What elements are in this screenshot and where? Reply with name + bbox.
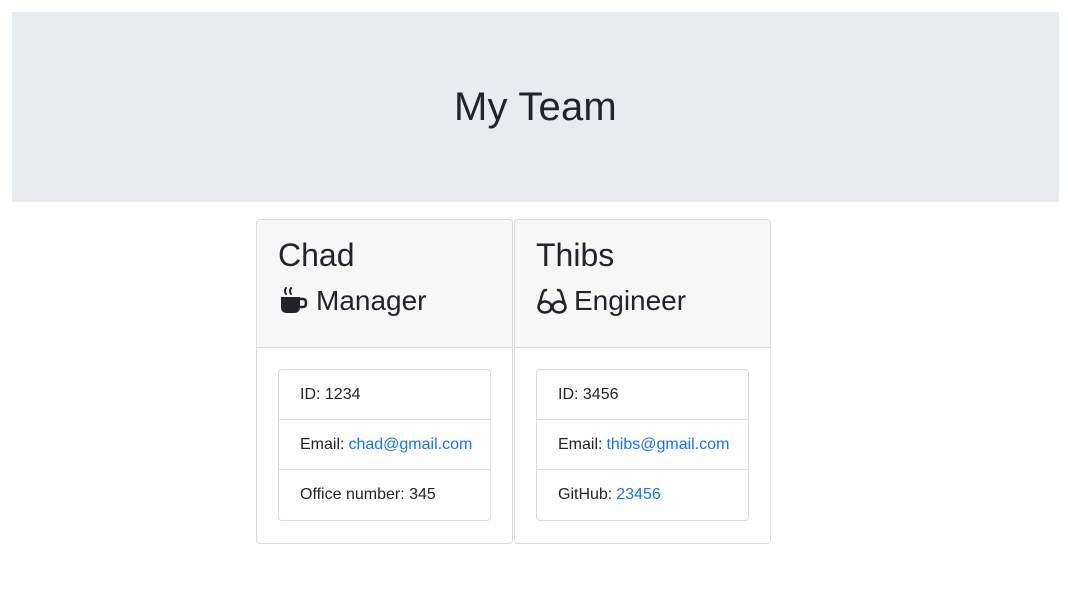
id-text: ID: 3456 xyxy=(558,385,619,403)
page-header: My Team xyxy=(12,12,1059,202)
card-body: ID: 3456 Email: thibs@gmail.com GitHub: … xyxy=(515,348,770,521)
card-header: Chad Manager xyxy=(257,220,512,348)
info-list: ID: 3456 Email: thibs@gmail.com GitHub: … xyxy=(536,369,749,521)
card-header: Thibs Engineer xyxy=(515,220,770,348)
email-link[interactable]: thibs@gmail.com xyxy=(606,436,729,454)
employee-card-manager: Chad Manager ID: 1234 Email: chad@gmail.… xyxy=(256,219,513,544)
email-label: Email: xyxy=(558,435,603,453)
role-label: Manager xyxy=(316,285,427,316)
id-item: ID: 3456 xyxy=(537,370,748,420)
info-list: ID: 1234 Email: chad@gmail.com Office nu… xyxy=(278,369,491,521)
page-title: My Team xyxy=(454,84,617,129)
id-item: ID: 1234 xyxy=(279,370,490,420)
coffee-mug-icon xyxy=(278,284,312,318)
email-link[interactable]: chad@gmail.com xyxy=(348,436,472,454)
employee-name: Thibs xyxy=(536,237,615,273)
employee-role: Engineer xyxy=(536,284,770,318)
employee-name: Chad xyxy=(278,237,355,273)
id-text: ID: 1234 xyxy=(300,385,361,403)
github-label: GitHub: xyxy=(558,486,613,503)
github-item: GitHub: 23456 xyxy=(537,470,748,520)
role-label: Engineer xyxy=(574,285,687,316)
github-link[interactable]: 23456 xyxy=(616,486,661,504)
glasses-icon xyxy=(536,284,570,318)
email-item: Email: chad@gmail.com xyxy=(279,420,490,470)
card-body: ID: 1234 Email: chad@gmail.com Office nu… xyxy=(257,348,512,521)
employee-card-engineer: Thibs Engineer ID: 3456 Email: thibs@gma… xyxy=(514,219,771,544)
employee-role: Manager xyxy=(278,284,512,318)
email-label: Email: xyxy=(300,435,345,453)
email-item: Email: thibs@gmail.com xyxy=(537,420,748,470)
office-number-text: Office number: 345 xyxy=(300,486,436,503)
office-number-item: Office number: 345 xyxy=(279,470,490,520)
